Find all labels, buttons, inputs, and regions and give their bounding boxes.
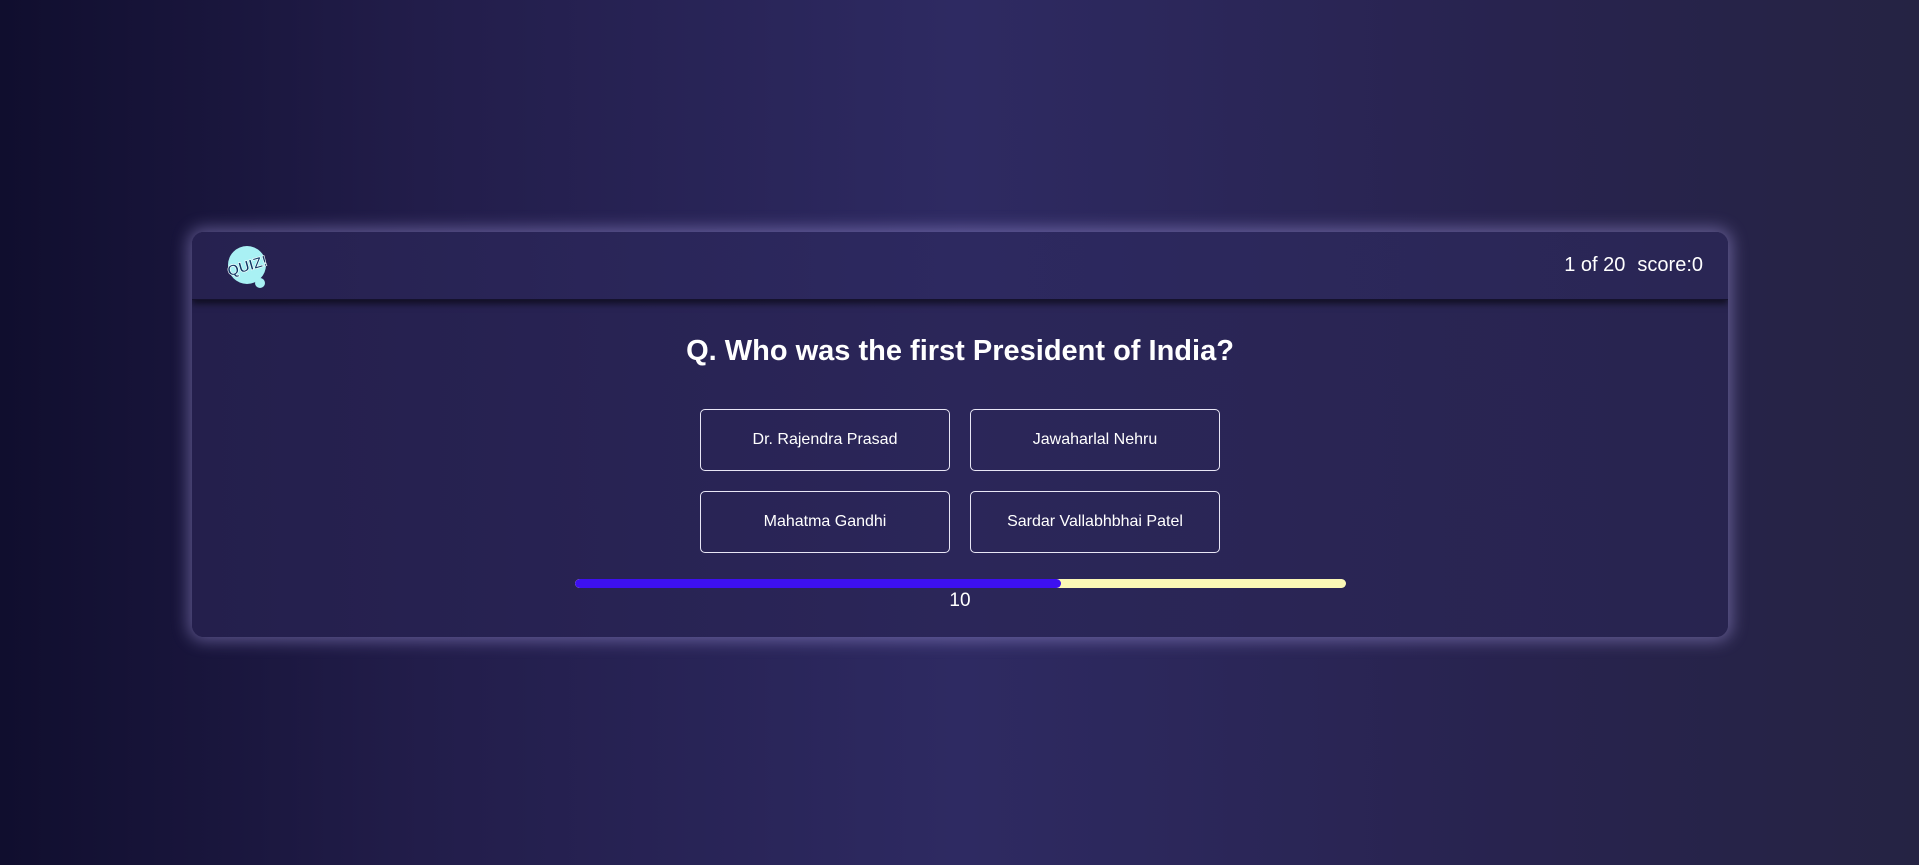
- answer-option-4[interactable]: Sardar Vallabhbhai Patel: [970, 491, 1220, 553]
- answer-option-1[interactable]: Dr. Rajendra Prasad: [700, 409, 950, 471]
- score-display: score:0: [1637, 254, 1703, 276]
- quiz-header: QUIZ! 1 of 20 score:0: [192, 232, 1728, 300]
- timer-countdown: 10: [949, 590, 971, 611]
- quiz-card: QUIZ! 1 of 20 score:0 Q. Who was the fir…: [192, 232, 1728, 637]
- answer-options: Dr. Rajendra Prasad Jawaharlal Nehru Mah…: [700, 409, 1220, 553]
- question-progress: 1 of 20: [1564, 254, 1626, 276]
- quiz-logo-icon: QUIZ!: [225, 246, 270, 288]
- timer-bar: [575, 579, 1346, 588]
- answer-option-3[interactable]: Mahatma Gandhi: [700, 491, 950, 553]
- quiz-status: 1 of 20 score:0: [1564, 254, 1703, 277]
- timer-bar-fill: [575, 579, 1061, 588]
- answer-option-2[interactable]: Jawaharlal Nehru: [970, 409, 1220, 471]
- question-text: Q. Who was the first President of India?: [686, 335, 1234, 367]
